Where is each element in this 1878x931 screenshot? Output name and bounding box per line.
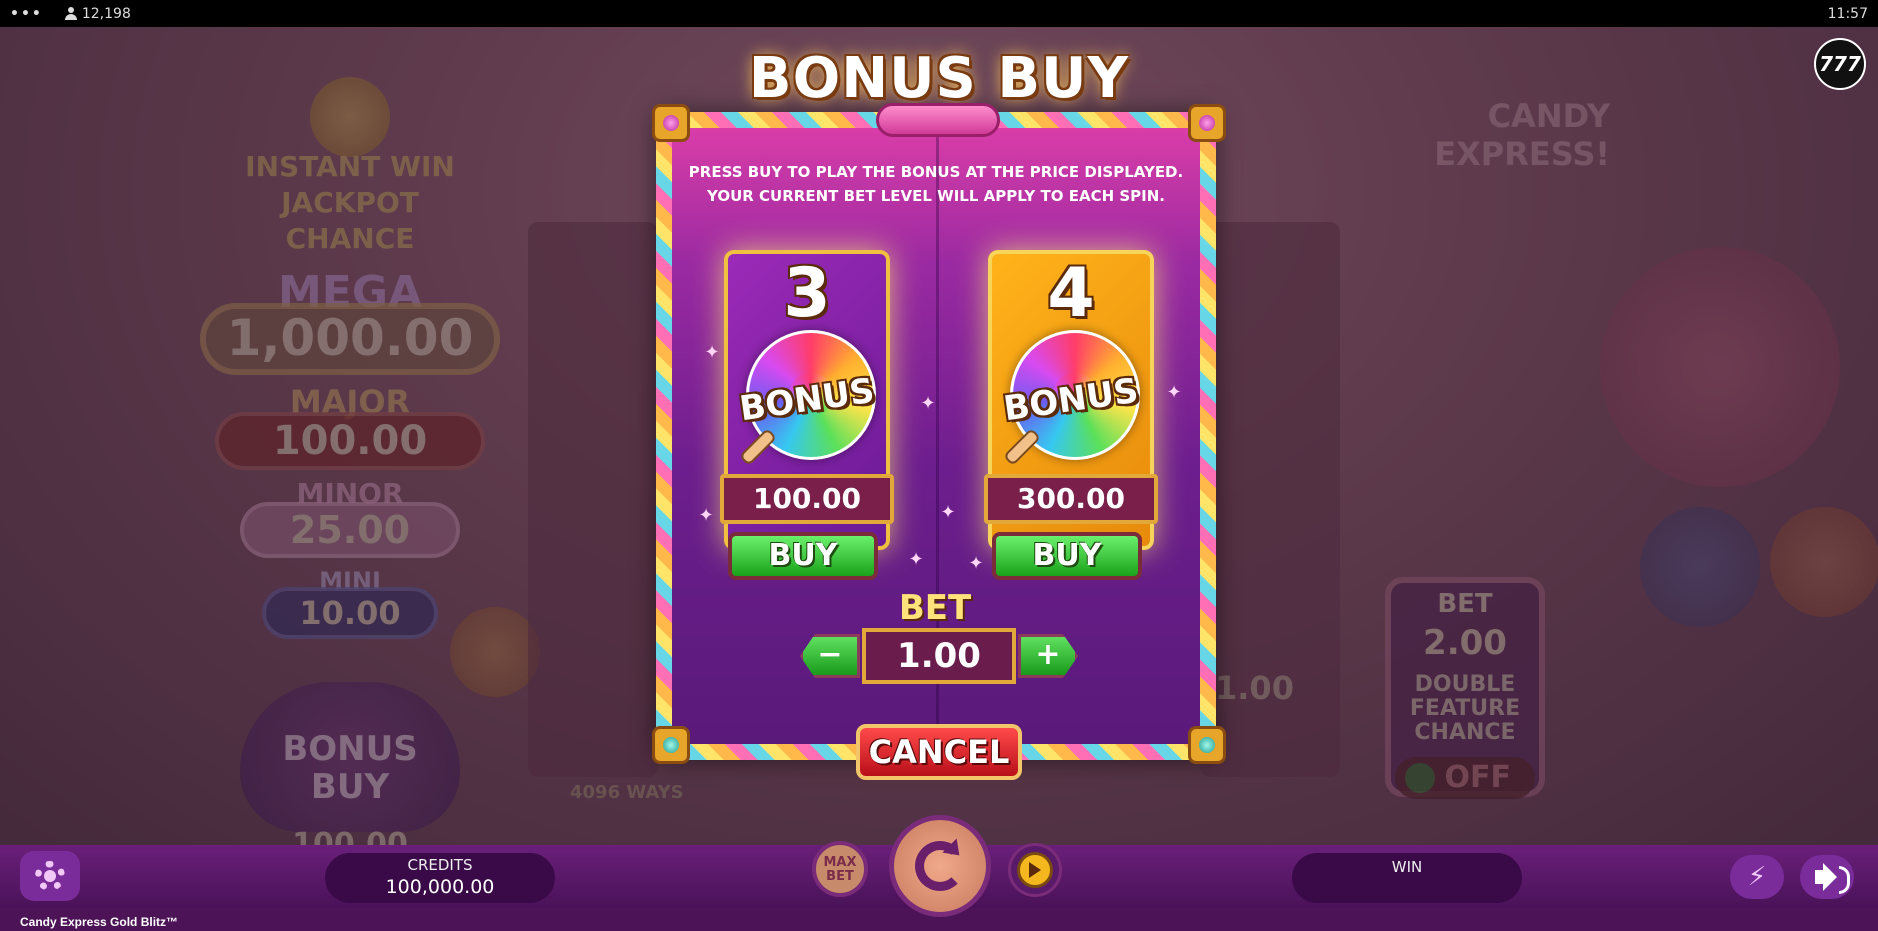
win-label: WIN [1391, 858, 1423, 876]
credits-value: 100,000.00 [385, 876, 495, 898]
speaker-icon [1815, 863, 1850, 894]
spin-count: 3 [783, 254, 831, 333]
autoplay-icon [1017, 852, 1053, 888]
option-price: 100.00 [720, 474, 894, 524]
brand-badge: 777 [1814, 38, 1866, 90]
max-bet-button[interactable]: MAX BET [812, 841, 868, 897]
sparkle-icon: ✦ [920, 393, 936, 414]
sparkle-icon: ✦ [1166, 382, 1182, 403]
sparkle-icon: ✦ [940, 502, 956, 523]
frame-crest [876, 103, 1000, 137]
spin-button[interactable] [889, 815, 991, 917]
sparkle-icon: ✦ [908, 549, 924, 570]
lightning-icon: ⚡ [1747, 862, 1767, 892]
spin-count: 4 [1047, 254, 1095, 333]
credits-display: CREDITS 100,000.00 [325, 853, 555, 903]
settings-button[interactable] [20, 851, 80, 901]
player-count-value: 12,198 [81, 5, 131, 22]
bet-label: BET [898, 588, 972, 628]
user-icon [64, 7, 77, 20]
win-display: WIN [1292, 853, 1522, 903]
menu-dots-icon[interactable]: ••• [10, 6, 43, 22]
sparkle-icon: ✦ [968, 553, 984, 574]
sound-button[interactable] [1800, 855, 1854, 899]
clock: 11:57 [1827, 5, 1868, 22]
autoplay-button[interactable] [1008, 843, 1062, 897]
bonus-option-3[interactable]: 3 BONUS 100.00 [720, 250, 894, 550]
game-name: Candy Express Gold Blitz™ [20, 915, 179, 929]
control-bar: CREDITS 100,000.00 MAX BET WIN ⚡ Candy E… [0, 815, 1878, 931]
bet-value: 1.00 [862, 628, 1016, 684]
spin-arrow-icon [915, 841, 965, 891]
frame-corner [1188, 104, 1226, 142]
option-price: 300.00 [984, 474, 1158, 524]
frame-corner [652, 726, 690, 764]
buy-button-4[interactable]: BUY [992, 532, 1142, 580]
cancel-button[interactable]: CANCEL [856, 724, 1022, 780]
bonus-option-4[interactable]: 4 BONUS 300.00 [984, 250, 1158, 550]
frame-corner [1188, 726, 1226, 764]
buy-button-3[interactable]: BUY [728, 532, 878, 580]
frame-corner [652, 104, 690, 142]
credits-label: CREDITS [407, 856, 473, 874]
status-bar: ••• 12,198 11:57 [0, 0, 1878, 27]
player-count: 12,198 [64, 5, 131, 22]
sparkle-icon: ✦ [698, 505, 714, 526]
modal-instructions: PRESS BUY TO PLAY THE BONUS AT THE PRICE… [688, 163, 1184, 205]
turbo-button[interactable]: ⚡ [1730, 855, 1784, 899]
gear-icon [35, 861, 65, 891]
sparkle-icon: ✦ [704, 342, 720, 363]
